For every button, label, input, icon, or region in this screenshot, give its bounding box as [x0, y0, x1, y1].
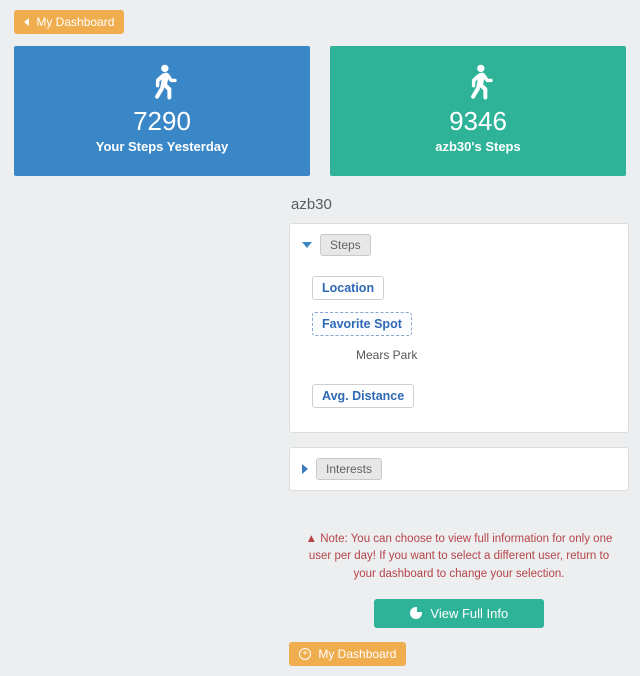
warning-icon: ▲ [306, 533, 317, 545]
user-steps-card: 9346 azb30's Steps [330, 46, 626, 176]
chevron-right-icon [302, 464, 308, 474]
interests-panel: Interests [289, 447, 629, 491]
user-steps-value: 9346 [340, 106, 616, 137]
interests-panel-header[interactable]: Interests [290, 448, 628, 490]
walking-icon [461, 64, 495, 104]
steps-panel: Steps Location Favorite Spot Mears Park … [289, 223, 629, 433]
walking-icon [145, 64, 179, 104]
your-steps-label: Your Steps Yesterday [24, 139, 300, 154]
user-steps-label: azb30's Steps [340, 139, 616, 154]
note-text: ▲ Note: You can choose to view full info… [289, 531, 629, 583]
favorite-spot-button[interactable]: Favorite Spot [312, 312, 412, 336]
plus-circle-icon: + [299, 648, 311, 660]
my-dashboard-top-button[interactable]: My Dashboard [14, 10, 124, 34]
your-steps-value: 7290 [24, 106, 300, 137]
location-button[interactable]: Location [312, 276, 384, 300]
view-full-info-button[interactable]: View Full Info [374, 599, 544, 628]
steps-panel-header[interactable]: Steps [290, 224, 628, 266]
avg-distance-button[interactable]: Avg. Distance [312, 384, 414, 408]
stat-cards: 7290 Your Steps Yesterday 9346 azb30's S… [14, 46, 626, 176]
note-message: Note: You can choose to view full inform… [309, 533, 613, 580]
pie-chart-icon [410, 607, 422, 619]
your-steps-card: 7290 Your Steps Yesterday [14, 46, 310, 176]
interests-chip: Interests [316, 458, 382, 480]
steps-chip: Steps [320, 234, 371, 256]
view-full-info-label: View Full Info [430, 606, 508, 621]
my-dashboard-bottom-button[interactable]: + My Dashboard [289, 642, 406, 666]
favorite-spot-value: Mears Park [356, 348, 606, 362]
my-dashboard-bottom-label: My Dashboard [318, 647, 396, 661]
chevron-left-icon [24, 18, 29, 26]
profile-username: azb30 [289, 196, 629, 213]
chevron-down-icon [302, 242, 312, 248]
my-dashboard-top-label: My Dashboard [36, 15, 114, 29]
steps-panel-body: Location Favorite Spot Mears Park Avg. D… [290, 266, 628, 432]
